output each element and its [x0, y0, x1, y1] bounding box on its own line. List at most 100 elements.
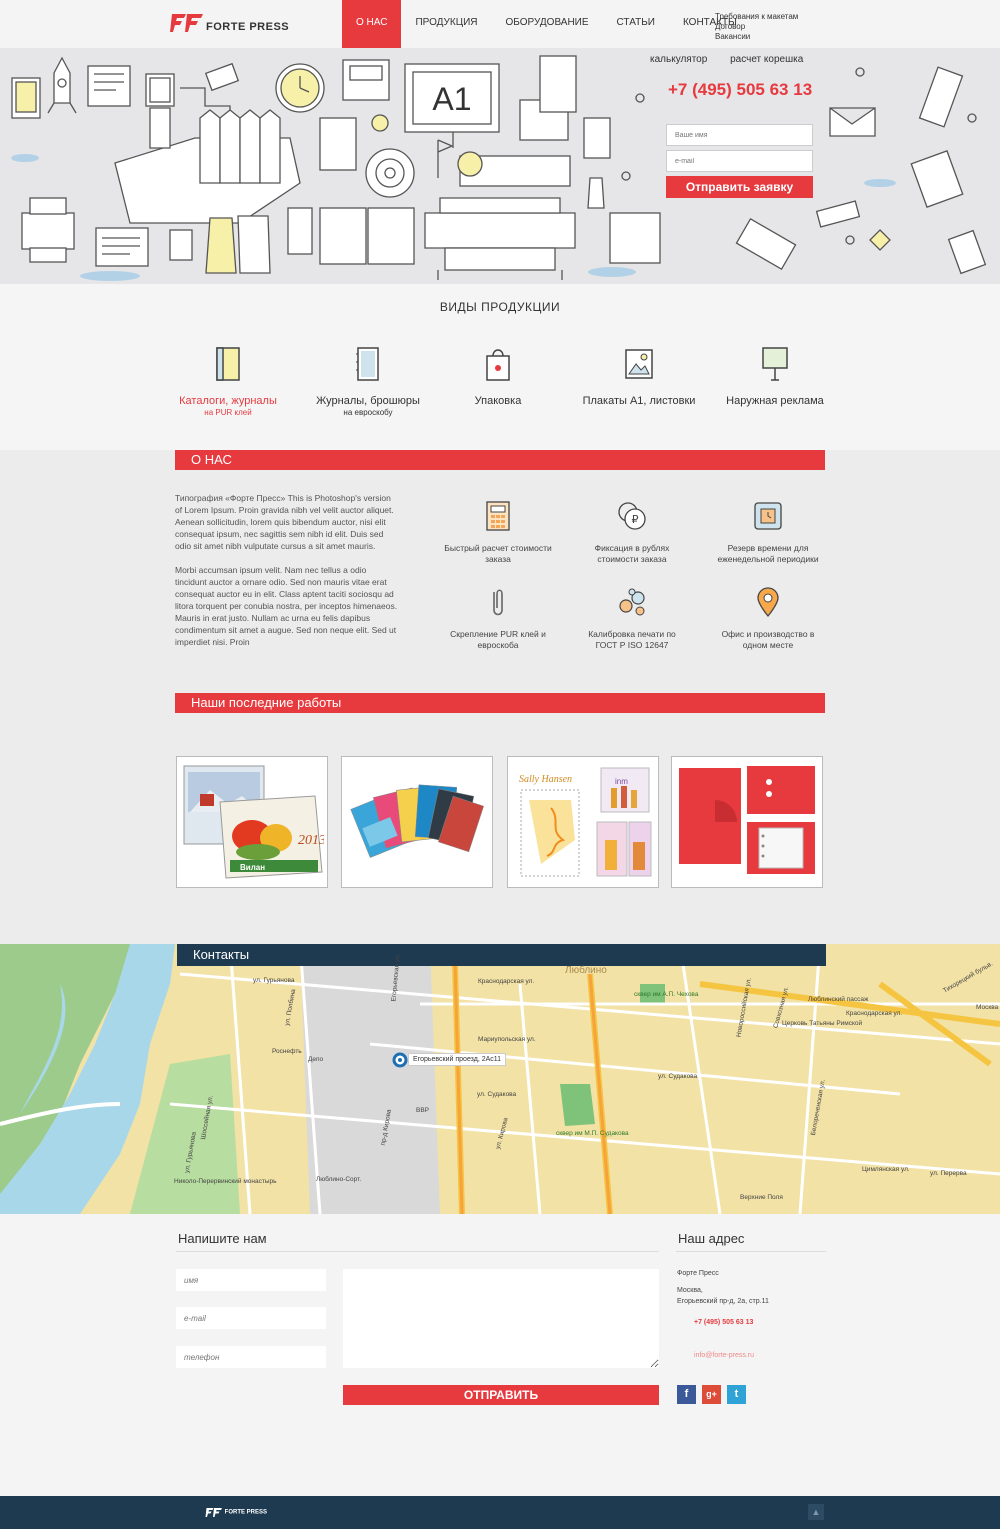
packaging-image: Sally Hansen inm	[511, 760, 655, 884]
billboard-icon	[762, 347, 788, 381]
folders-image	[675, 760, 819, 884]
link-calculator[interactable]: калькулятор	[650, 54, 707, 65]
map-label: ул. Перерва	[930, 1170, 967, 1177]
request-form: Отправить заявку	[666, 124, 813, 198]
map-label: Церковь Татьяны Римской	[782, 1020, 863, 1027]
top-bar: FORTE PRESS О НАС ПРОДУКЦИЯ ОБОРУДОВАНИЕ…	[0, 0, 1000, 48]
product-title: Каталоги, журналы	[179, 395, 277, 407]
product-magazines[interactable]: Журналы, брошюры на евроскобу	[303, 346, 433, 417]
map-label: Мариупольская ул.	[478, 1036, 536, 1043]
scroll-top-button[interactable]: ▲	[808, 1504, 824, 1520]
feature-label: Резерв времени для еженедельной периодик…	[717, 543, 819, 564]
works-title: Наши последние работы	[175, 693, 825, 713]
paperclip-icon	[493, 589, 503, 616]
about-paragraph: Типография «Форте Пресс» This is Photosh…	[175, 493, 394, 551]
calendar-year: 2013	[298, 833, 324, 848]
nav-products[interactable]: ПРОДУКЦИЯ	[401, 0, 491, 48]
about-paragraph: Morbi accumsan ipsum velit. Nam nec tell…	[175, 565, 398, 611]
hero-links: калькулятор расчет корешка	[650, 54, 823, 65]
hero-a1-sign: A1	[432, 81, 471, 117]
product-title: Упаковка	[474, 395, 522, 407]
clock-calendar-icon	[754, 502, 782, 530]
feature-reserve: Резерв времени для еженедельной периодик…	[713, 500, 823, 565]
product-title: Плакаты А1, листовки	[582, 395, 696, 407]
product-outdoor[interactable]: Наружная реклама	[710, 346, 840, 408]
packaging-logo: inm	[615, 777, 628, 786]
work-item-calendar[interactable]: 2013 Вилан	[176, 756, 328, 888]
nav-articles[interactable]: СТАТЬИ	[603, 0, 669, 48]
map-label: ул. Судакова	[658, 1073, 698, 1080]
message-field[interactable]	[343, 1269, 659, 1368]
map-pin-label[interactable]: Егорьевский проезд, 2Ас11	[408, 1053, 507, 1066]
map-pin-icon	[757, 587, 779, 618]
map-label: Люблино-Сорт.	[316, 1176, 362, 1183]
hero-phone[interactable]: +7 (495) 505 63 13	[668, 80, 812, 100]
map-label: Цимлянская ул.	[862, 1166, 910, 1173]
product-title: Журналы, брошюры	[316, 395, 420, 407]
work-item-brochures[interactable]	[341, 756, 493, 888]
email-field[interactable]	[176, 1307, 326, 1329]
map-label: Роснефть	[272, 1048, 302, 1055]
hero-name-input[interactable]	[666, 124, 813, 146]
twitter-icon[interactable]: t	[727, 1385, 746, 1404]
about-section: О НАС Типография «Форте Пресс» This is P…	[0, 450, 1000, 944]
main-nav: О НАС ПРОДУКЦИЯ ОБОРУДОВАНИЕ СТАТЬИ КОНТ…	[342, 0, 751, 48]
write-us-section: Напишите нам Наш адрес ОТПРАВИТЬ Форте П…	[0, 1214, 1000, 1496]
map-label: Краснодарская ул.	[846, 1010, 903, 1017]
feature-calc: Быстрый расчет стоимости заказа	[443, 500, 553, 565]
map-label: Краснодарская ул.	[478, 978, 535, 985]
products-title: ВИДЫ ПРОДУКЦИИ	[439, 300, 561, 314]
map-label: Москва	[976, 1004, 999, 1011]
link-spine-calc[interactable]: расчет корешка	[730, 54, 803, 65]
products-section: ВИДЫ ПРОДУКЦИИ Каталоги, журналы на PUR …	[0, 284, 1000, 450]
contacts-map[interactable]: Контакты Егорьевский проезд, 2Ас11 ул. Г…	[0, 944, 1000, 1214]
product-packaging[interactable]: Упаковка	[433, 346, 563, 408]
map-label: сквер им М.П. Судакова	[556, 1130, 629, 1137]
logo-text: FORTE PRESS	[206, 21, 290, 33]
coins-icon: ₽	[618, 502, 646, 530]
catalog-icon	[216, 347, 240, 381]
feature-label: Офис и производство в одном месте	[721, 629, 815, 650]
submit-request-button[interactable]: Отправить заявку	[666, 176, 813, 198]
divider	[676, 1251, 826, 1252]
google-plus-icon[interactable]: g+	[702, 1385, 721, 1404]
feature-office: Офис и производство в одном месте	[713, 586, 823, 651]
logo[interactable]: FORTE PRESS	[170, 10, 289, 34]
address-email[interactable]: info@forte-press.ru	[694, 1351, 754, 1361]
phone-field[interactable]	[176, 1346, 326, 1368]
write-title: Напишите нам	[178, 1231, 267, 1246]
product-title: Наружная реклама	[726, 395, 824, 407]
hero-email-input[interactable]	[666, 150, 813, 172]
poster-icon	[625, 349, 653, 379]
address-city: Москва,	[677, 1287, 703, 1294]
feature-label: Фиксация в рублях стоимости заказа	[594, 543, 670, 564]
about-paragraph: Mauris in erat justo. Nullam ac urna eu …	[175, 613, 397, 647]
map-label: Люблино	[565, 965, 607, 976]
footer: FORTE PRESS ▲	[0, 1496, 1000, 1529]
hero-illustration: A1	[11, 55, 987, 281]
map-label: Люблинский пассаж	[808, 996, 869, 1003]
divider	[176, 1251, 659, 1252]
product-posters[interactable]: Плакаты А1, листовки	[574, 346, 704, 408]
feature-label: Скрепление PUR клей и евроскоба	[450, 629, 546, 650]
link-requirements[interactable]: Требования к макетам	[715, 12, 798, 22]
brochures-image	[345, 760, 489, 884]
link-vacancies[interactable]: Вакансии	[715, 32, 798, 42]
feature-binding: Скрепление PUR клей и евроскоба	[443, 586, 553, 651]
packaging-brand: Sally Hansen	[519, 774, 572, 785]
work-item-folders[interactable]	[671, 756, 823, 888]
name-field[interactable]	[176, 1269, 326, 1291]
nav-about[interactable]: О НАС	[342, 0, 402, 48]
nav-equipment[interactable]: ОБОРУДОВАНИЕ	[492, 0, 603, 48]
link-contract[interactable]: Договор	[715, 22, 798, 32]
map-label: ВВР	[416, 1107, 430, 1114]
work-item-packaging[interactable]: Sally Hansen inm	[507, 756, 659, 888]
calendar-image: 2013 Вилан	[180, 760, 324, 884]
map-label: Николо-Перервинский монастырь	[174, 1178, 277, 1185]
address-phone[interactable]: +7 (495) 505 63 13	[694, 1318, 753, 1328]
footer-logo[interactable]: FORTE PRESS	[205, 1506, 267, 1518]
facebook-icon[interactable]: f	[677, 1385, 696, 1404]
product-catalogs[interactable]: Каталоги, журналы на PUR клей	[163, 346, 293, 417]
send-button[interactable]: ОТПРАВИТЬ	[343, 1385, 659, 1405]
feature-calibration: Калибровка печати по ГОСТ Р ISO 12647	[577, 586, 687, 651]
